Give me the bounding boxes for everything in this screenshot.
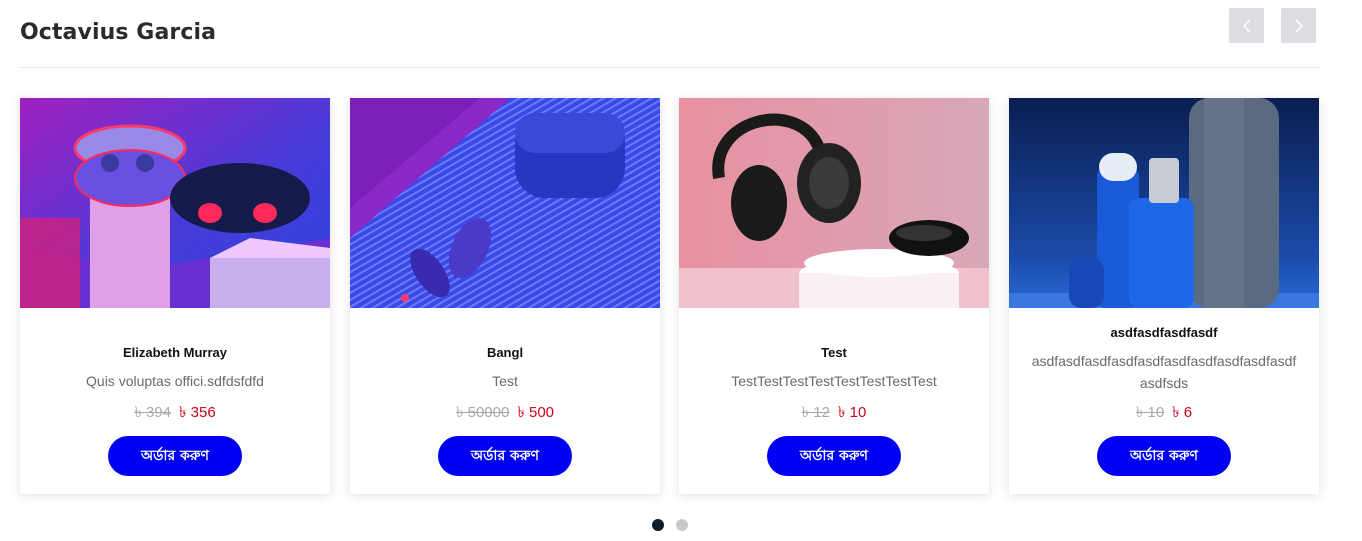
order-button[interactable]: অর্ডার করুণ — [108, 436, 242, 476]
product-card[interactable]: Test TestTestTestTestTestTestTestTest ৳ … — [679, 98, 989, 494]
product-price: ৳ 10 ৳ 6 — [1009, 401, 1319, 426]
pagination-dot-1[interactable] — [652, 519, 664, 531]
product-image[interactable] — [679, 98, 989, 308]
section-header: Octavius Garcia — [20, 0, 1320, 68]
product-image[interactable] — [350, 98, 660, 308]
new-price: ৳ 500 — [517, 404, 555, 421]
headphones-image — [679, 98, 989, 308]
product-price: ৳ 12 ৳ 10 — [679, 401, 989, 426]
product-card[interactable]: Bangl Test ৳ 50000 ৳ 500 অর্ডার করুণ — [350, 98, 660, 494]
product-price: ৳ 50000 ৳ 500 — [350, 401, 660, 426]
new-price: ৳ 10 — [838, 404, 867, 421]
order-button[interactable]: অর্ডার করুণ — [438, 436, 572, 476]
old-price: ৳ 10 — [1135, 404, 1165, 421]
carousel-pagination — [652, 519, 688, 531]
product-description: asdfasdfasdfasdfasdfasdfasdfasdfasdfasdf… — [1031, 353, 1297, 391]
product-name[interactable]: Test — [679, 345, 989, 360]
new-price: ৳ 6 — [1172, 404, 1193, 421]
earbuds-image — [20, 98, 330, 308]
product-price: ৳ 394 ৳ 356 — [20, 401, 330, 426]
product-description: Quis voluptas offici.sdfdsfdfd — [86, 373, 264, 389]
product-description: TestTestTestTestTestTestTestTest — [731, 373, 937, 389]
product-description: Test — [492, 373, 518, 389]
order-button[interactable]: অর্ডার করুণ — [1097, 436, 1231, 476]
product-name[interactable]: Bangl — [350, 345, 660, 360]
cosmetics-image — [1009, 98, 1319, 308]
product-image[interactable] — [1009, 98, 1319, 308]
pagination-dot-2[interactable] — [676, 519, 688, 531]
product-image[interactable] — [20, 98, 330, 308]
chevron-left-icon — [1242, 18, 1251, 33]
product-name[interactable]: asdfasdfasdfasdf — [1009, 325, 1319, 340]
product-name[interactable]: Elizabeth Murray — [20, 345, 330, 360]
earbuds-image — [350, 98, 660, 308]
carousel-next-button[interactable] — [1281, 8, 1316, 43]
new-price: ৳ 356 — [179, 404, 216, 421]
old-price: ৳ 50000 — [455, 404, 510, 421]
product-carousel-section: Octavius Garcia Elizabeth Murray Quis vo… — [0, 0, 1362, 541]
chevron-right-icon — [1294, 18, 1303, 33]
section-title: Octavius Garcia — [20, 20, 217, 45]
carousel-prev-button[interactable] — [1229, 8, 1264, 43]
product-card[interactable]: Elizabeth Murray Quis voluptas offici.sd… — [20, 98, 330, 494]
order-button[interactable]: অর্ডার করুণ — [767, 436, 901, 476]
old-price: ৳ 12 — [801, 404, 830, 421]
old-price: ৳ 394 — [134, 404, 171, 421]
product-card[interactable]: asdfasdfasdfasdf asdfasdfasdfasdfasdfasd… — [1009, 98, 1319, 494]
